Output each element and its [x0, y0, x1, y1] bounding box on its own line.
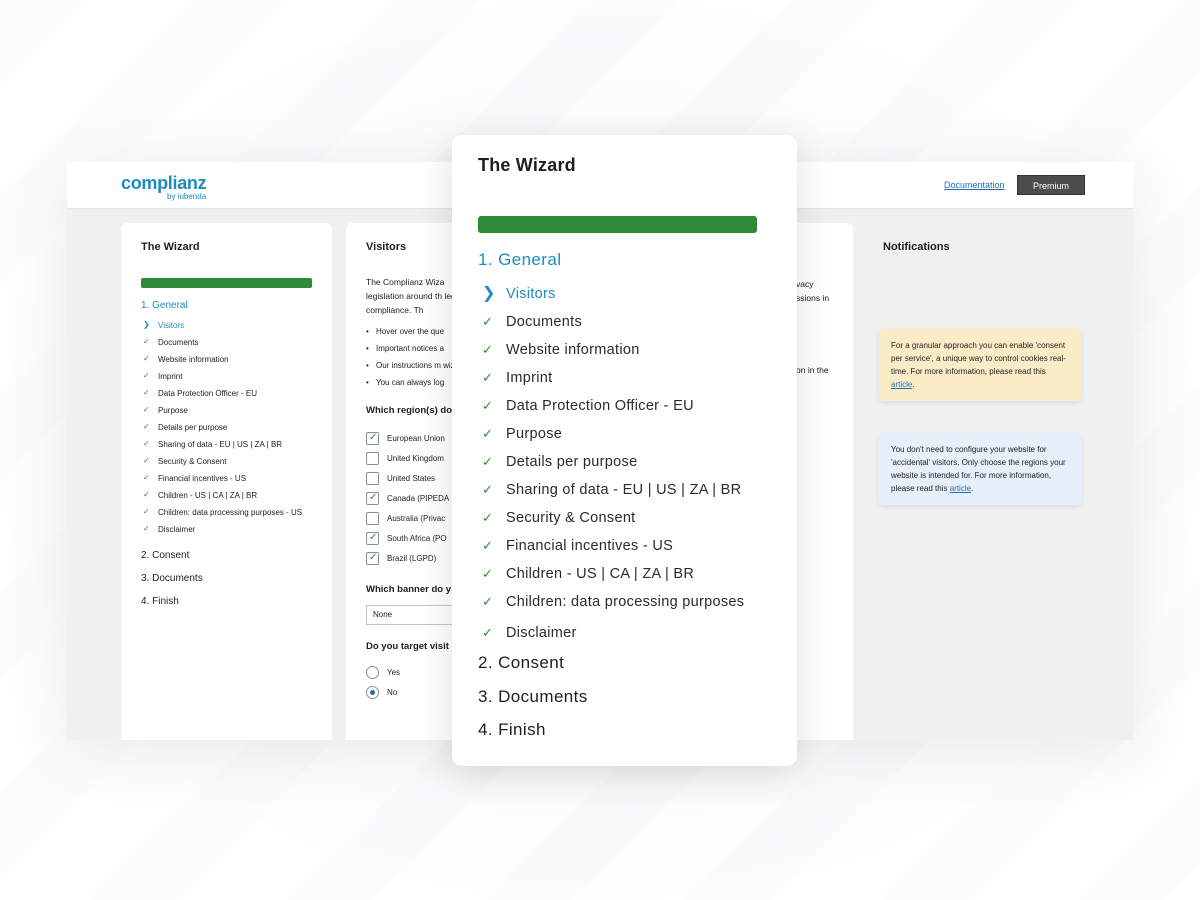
check-icon: ✓ [143, 405, 150, 414]
check-icon: ✓ [482, 625, 494, 640]
checkbox-checked-icon[interactable] [366, 491, 379, 505]
zoom-substep-sharing-of-data[interactable]: ✓ Sharing of data - EU | US | ZA | BR [478, 476, 771, 504]
substep-website-information[interactable]: ✓ Website information [141, 351, 312, 368]
wizard-title: The Wizard [141, 241, 200, 253]
zoom-step-finish[interactable]: 4. Finish [478, 720, 771, 740]
check-icon: ✓ [143, 422, 150, 431]
documentation-link[interactable]: Documentation [944, 180, 1005, 190]
visitors-intro: The Complianz Wiza legislation around th… [366, 277, 463, 315]
wizard-zoom-progress-bar [478, 216, 757, 233]
substep-purpose[interactable]: ✓ Purpose [141, 402, 312, 419]
check-icon: ✓ [143, 456, 150, 465]
step-consent[interactable]: 2. Consent [141, 550, 312, 561]
check-icon: ✓ [143, 507, 150, 516]
chevron-right-icon: ❯ [482, 285, 496, 302]
substep-children[interactable]: ✓ Children - US | CA | ZA | BR [141, 487, 312, 504]
banner-select[interactable]: None [366, 605, 466, 625]
check-icon: ✓ [143, 490, 150, 499]
chevron-right-icon: ❯ [143, 320, 150, 329]
substep-imprint[interactable]: ✓ Imprint [141, 368, 312, 385]
zoom-general-substeps: ❯ Visitors ✓ Documents ✓ Website informatio… [478, 280, 771, 647]
substep-security-consent[interactable]: ✓ Security & Consent [141, 453, 312, 470]
zoom-step-general[interactable]: 1. General [478, 250, 771, 270]
premium-button[interactable]: Premium [1017, 175, 1085, 195]
wizard-progress-bar [141, 278, 312, 288]
check-icon: ✓ [143, 354, 150, 363]
substep-disclaimer[interactable]: ✓ Disclaimer [141, 521, 312, 538]
zoom-substep-documents[interactable]: ✓ Documents [478, 308, 771, 336]
zoom-substep-details-per-purpose[interactable]: ✓ Details per purpose [478, 448, 771, 476]
zoom-substep-financial-incentives[interactable]: ✓ Financial incentives - US [478, 532, 771, 560]
check-icon: ✓ [143, 388, 150, 397]
wizard-zoom-title: The Wizard [478, 155, 576, 175]
article-link[interactable]: article [950, 484, 971, 493]
substep-documents[interactable]: ✓ Documents [141, 334, 312, 351]
check-icon: ✓ [482, 510, 494, 525]
check-icon: ✓ [482, 398, 494, 413]
substep-dpo-eu[interactable]: ✓ Data Protection Officer - EU [141, 385, 312, 402]
substep-sharing-of-data[interactable]: ✓ Sharing of data - EU | US | ZA | BR [141, 436, 312, 453]
check-icon: ✓ [143, 371, 150, 380]
checkbox-checked-icon[interactable] [366, 431, 379, 445]
zoom-substep-purpose[interactable]: ✓ Purpose [478, 420, 771, 448]
wizard-zoom-card: The Wizard 1. General ❯ Visitors ✓ Documen… [452, 135, 797, 766]
check-icon: ✓ [143, 473, 150, 482]
radio-icon[interactable] [366, 665, 379, 679]
check-icon: ✓ [482, 594, 494, 609]
check-icon: ✓ [143, 337, 150, 346]
check-icon: ✓ [482, 538, 494, 553]
zoom-substep-website-information[interactable]: ✓ Website information [478, 336, 771, 364]
checkbox-checked-icon[interactable] [366, 531, 379, 545]
checkbox-icon[interactable] [366, 511, 379, 525]
radio-selected-icon[interactable] [366, 685, 379, 699]
check-icon: ✓ [482, 426, 494, 441]
zoom-substep-security-consent[interactable]: ✓ Security & Consent [478, 504, 771, 532]
zoom-step-consent[interactable]: 2. Consent [478, 653, 771, 673]
article-link[interactable]: article [891, 380, 912, 389]
logo: complianz by iubenda [121, 173, 207, 201]
step-general[interactable]: 1. General [141, 300, 312, 311]
visitors-intro-right: vacy ssions in [796, 279, 830, 303]
notifications-title: Notifications [883, 241, 950, 253]
zoom-substep-disclaimer[interactable]: ✓ Disclaimer [478, 619, 771, 647]
notification-consent-per-service: For a granular approach you can enable '… [879, 329, 1081, 401]
zoom-substep-children-data-processing[interactable]: ✓ Children: data processing purposes [478, 588, 771, 616]
substep-financial-incentives[interactable]: ✓ Financial incentives - US [141, 470, 312, 487]
notification-accidental-visitors: You don't need to configure your website… [879, 433, 1081, 505]
check-icon: ✓ [482, 454, 494, 469]
check-icon: ✓ [143, 524, 150, 533]
check-icon: ✓ [482, 314, 494, 329]
checkbox-checked-icon[interactable] [366, 551, 379, 565]
general-substeps: ❯ Visitors ✓ Documents ✓ Website informatio… [141, 317, 312, 538]
check-icon: ✓ [482, 482, 494, 497]
step-documents[interactable]: 3. Documents [141, 573, 312, 584]
zoom-substep-visitors[interactable]: ❯ Visitors [478, 280, 771, 308]
zoom-step-documents[interactable]: 3. Documents [478, 687, 771, 707]
zoom-substep-dpo-eu[interactable]: ✓ Data Protection Officer - EU [478, 392, 771, 420]
checkbox-icon[interactable] [366, 471, 379, 485]
zoom-substep-imprint[interactable]: ✓ Imprint [478, 364, 771, 392]
zoom-substep-children[interactable]: ✓ Children - US | CA | ZA | BR [478, 560, 771, 588]
wizard-sidebar: The Wizard 1. General ❯ Visitors ✓ Documen… [121, 223, 332, 740]
substep-visitors[interactable]: ❯ Visitors [141, 317, 312, 334]
check-icon: ✓ [482, 370, 494, 385]
logo-text: complianz [121, 173, 207, 193]
bullet-right-text: on in the [796, 365, 829, 375]
check-icon: ✓ [482, 566, 494, 581]
checkbox-icon[interactable] [366, 451, 379, 465]
step-finish[interactable]: 4. Finish [141, 596, 312, 607]
check-icon: ✓ [143, 439, 150, 448]
substep-details-per-purpose[interactable]: ✓ Details per purpose [141, 419, 312, 436]
substep-children-data-processing[interactable]: ✓ Children: data processing purposes - US [141, 504, 312, 521]
check-icon: ✓ [482, 342, 494, 357]
logo-subtext: by iubenda [167, 192, 207, 201]
